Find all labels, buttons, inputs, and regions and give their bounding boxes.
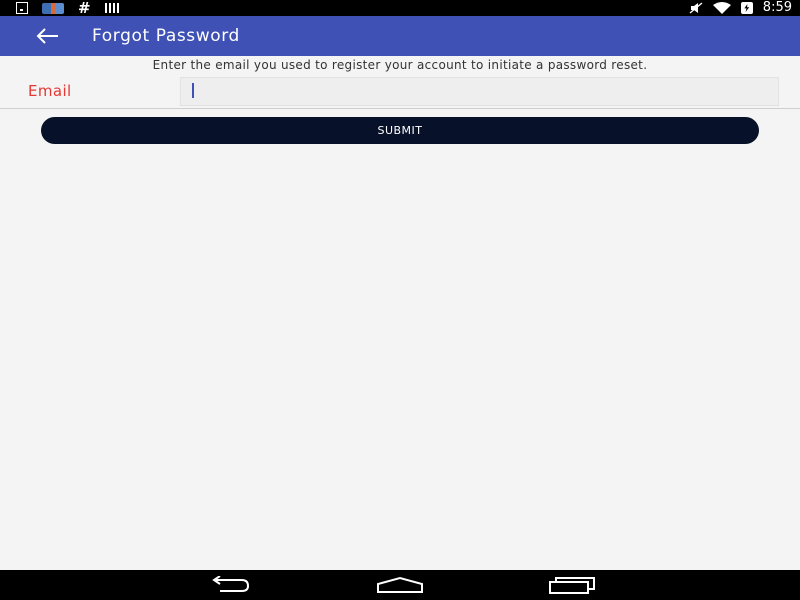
status-bar-right: 8:59 [689, 0, 792, 16]
page-title: Forgot Password [92, 26, 240, 46]
wifi-icon [712, 2, 731, 14]
arrow-left-icon [36, 28, 58, 44]
nav-back-icon[interactable] [206, 576, 252, 594]
forgot-password-screen: # 8:59 Forgot Password Enter the email y… [0, 0, 800, 600]
submit-button[interactable]: SUBMIT [41, 117, 759, 144]
navigation-bar [0, 570, 800, 600]
instruction-text: Enter the email you used to register you… [152, 58, 648, 72]
status-time: 8:59 [762, 0, 792, 15]
app-bar: Forgot Password [0, 16, 800, 56]
text-caret [192, 83, 194, 98]
download-icon [16, 2, 28, 14]
email-field[interactable] [180, 77, 779, 106]
status-bar: # 8:59 [0, 0, 800, 16]
nav-recents-icon[interactable] [548, 576, 596, 594]
status-bar-left: # [16, 0, 121, 17]
back-button[interactable] [34, 24, 62, 48]
divider [0, 108, 800, 109]
mute-icon [689, 2, 703, 14]
app-thumbnail-icon [42, 2, 64, 14]
signal-bars-icon [104, 3, 121, 13]
battery-charging-icon [740, 2, 753, 14]
nav-home-icon[interactable] [376, 576, 424, 594]
hash-icon: # [78, 0, 91, 17]
email-label: Email [28, 82, 72, 100]
